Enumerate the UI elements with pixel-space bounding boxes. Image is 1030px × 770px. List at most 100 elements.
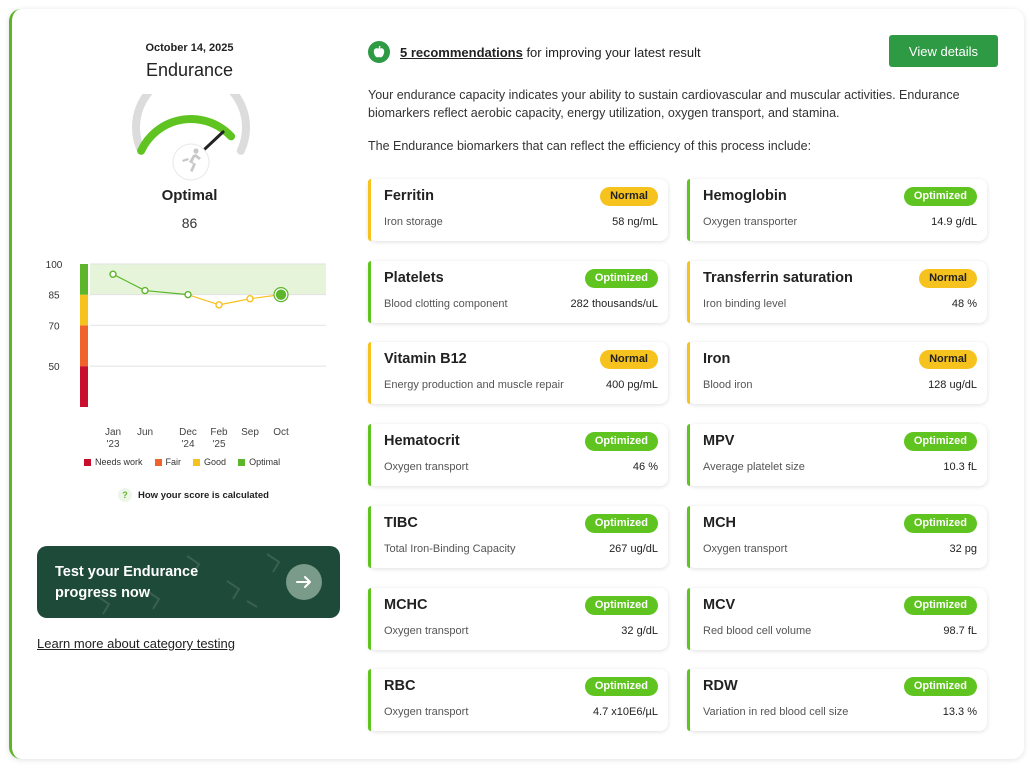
biomarker-description: Iron storage <box>384 216 443 228</box>
chart-legend: Needs work Fair Good Optimal <box>84 457 280 467</box>
biomarker-description: Blood iron <box>703 379 753 392</box>
biomarker-card-mchc[interactable]: MCHC Optimized Oxygen transport 32 g/dL <box>368 587 668 650</box>
biomarker-description: Oxygen transport <box>384 706 469 719</box>
biomarker-description: Red blood cell volume <box>703 624 812 637</box>
x-tick-label: Jan <box>105 427 121 438</box>
legend-swatch <box>238 459 246 466</box>
data-point <box>109 270 117 278</box>
legend-item: Fair <box>154 457 181 467</box>
status-badge: Normal <box>600 350 658 370</box>
x-tick-label: '25 <box>212 439 225 447</box>
cta-line-1: Test your Endurance <box>55 564 199 580</box>
x-tick-label: Feb <box>210 427 228 438</box>
help-icon: ? <box>118 488 132 502</box>
biomarker-card-ferritin[interactable]: Ferritin Normal Iron storage 58 ng/mL <box>368 179 668 241</box>
status-accent-bar <box>687 669 690 732</box>
biomarker-value: 400 pg/mL <box>606 379 658 392</box>
biomarker-value: 282 thousands/uL <box>570 297 658 310</box>
biomarker-name: RBC <box>384 678 416 695</box>
legend-swatch <box>84 459 91 466</box>
view-details-button[interactable]: View details <box>889 35 998 67</box>
biomarker-name: MCV <box>703 596 736 613</box>
status-badge: Optimized <box>903 187 977 206</box>
biomarker-value: 14.9 g/dL <box>931 216 977 228</box>
status-badge: Optimized <box>903 513 977 533</box>
status-accent-bar <box>687 587 690 650</box>
y-tick-label: 85 <box>48 291 60 302</box>
optimal-band <box>90 264 326 295</box>
status-badge: Optimized <box>903 677 977 697</box>
biomarker-value: 32 pg <box>949 542 977 555</box>
status-badge: Optimized <box>584 677 658 697</box>
biomarker-card-tibc[interactable]: TIBC Optimized Total Iron-Binding Capacity… <box>368 505 668 568</box>
biomarker-card-rbc[interactable]: RBC Optimized Oxygen transport 4.7 x10E6/µL <box>368 669 668 732</box>
category-title: Endurance <box>145 60 234 80</box>
status-badge: Optimized <box>584 513 658 533</box>
biomarker-card-rdw[interactable]: RDW Optimized Variation in red blood cell … <box>687 669 987 732</box>
biomarker-card-mpv[interactable]: MPV Optimized Average platelet size 10.3 fL <box>687 424 987 487</box>
status-accent-bar <box>368 669 371 732</box>
biomarker-name: TIBC <box>384 514 418 531</box>
biomarker-name: MCH <box>703 514 737 531</box>
recommendations-rest: for improving your latest result <box>522 44 701 60</box>
legend-item: Good <box>193 457 226 467</box>
biomarker-name: Transferrin saturation <box>703 269 853 286</box>
legend-label: Optimal <box>249 457 281 467</box>
biomarker-description: Average platelet size <box>703 461 805 474</box>
status-accent-bar <box>368 505 371 568</box>
score-band <box>80 294 88 326</box>
biomarker-name: Platelets <box>384 269 444 286</box>
biomarker-value: 98.7 fL <box>943 624 977 637</box>
biomarker-card-mch[interactable]: MCH Optimized Oxygen transport 32 pg <box>687 505 987 568</box>
biomarker-card-platelets[interactable]: Platelets Optimized Blood clotting compone… <box>368 260 668 323</box>
biomarker-card-mcv[interactable]: MCV Optimized Red blood cell volume 98.7 fL <box>687 587 987 650</box>
arrow-right-icon <box>286 564 322 600</box>
score-band <box>80 366 88 407</box>
status-accent-bar <box>687 179 690 241</box>
recommendations-row: 5 recommendations for improving your lat… <box>368 41 701 63</box>
status-badge: Optimized <box>903 432 977 452</box>
biomarker-name: Hemoglobin <box>703 188 787 204</box>
score-value: 86 <box>181 215 198 231</box>
how-score-link[interactable]: ? How your score is calculated <box>118 488 269 502</box>
result-date: October 14, 2025 <box>145 42 234 54</box>
biomarker-name: Hematocrit <box>384 433 460 450</box>
legend-item: Optimal <box>238 457 280 467</box>
biomarker-card-hemoglobin[interactable]: Hemoglobin Optimized Oxygen transporter 14.… <box>687 179 987 241</box>
cta-label: Test your Endurance progress now <box>55 562 235 604</box>
legend-swatch <box>193 459 201 466</box>
status-badge: Normal <box>919 268 977 288</box>
cta-line-2: progress now <box>55 585 151 601</box>
biomarker-card-iron[interactable]: Iron Normal Blood iron 128 ug/dL <box>687 342 987 405</box>
status-accent-bar <box>368 587 371 650</box>
biomarker-value: 267 ug/dL <box>609 542 658 555</box>
status-badge: Optimized <box>584 268 658 288</box>
status-badge: Optimized <box>584 595 658 615</box>
status-accent-bar <box>368 342 371 405</box>
recommendations-link[interactable]: 5 recommendations <box>400 45 523 60</box>
x-tick-label: Oct <box>273 427 289 438</box>
score-band <box>80 264 88 295</box>
status-accent-bar <box>687 342 690 405</box>
learn-more-link[interactable]: Learn more about category testing <box>37 636 235 651</box>
biomarker-card-hematocrit[interactable]: Hematocrit Optimized Oxygen transport 46 % <box>368 424 668 487</box>
biomarker-card-vitamin-b12[interactable]: Vitamin B12 Normal Energy production and m… <box>368 342 668 405</box>
legend-label: Good <box>204 457 227 467</box>
data-point <box>215 301 223 309</box>
biomarker-value: 4.7 x10E6/µL <box>592 706 658 719</box>
biomarker-value: 48 % <box>951 297 977 310</box>
biomarker-name: Iron <box>703 351 731 368</box>
biomarker-description: Oxygen transporter <box>703 216 798 228</box>
status-accent-bar <box>687 260 690 323</box>
series-line <box>187 294 220 306</box>
data-point <box>246 295 254 303</box>
x-tick-label: Dec <box>179 427 197 438</box>
status-accent-bar <box>368 179 371 241</box>
test-progress-button[interactable]: Test your Endurance progress now <box>37 546 340 618</box>
biomarker-card-transferrin-saturation[interactable]: Transferrin saturation Normal Iron binding… <box>687 260 987 323</box>
biomarker-description: Iron binding level <box>703 297 787 310</box>
y-tick-label: 50 <box>48 362 60 373</box>
recommendations-text: 5 recommendations for improving your lat… <box>400 45 701 60</box>
x-tick-label: Sep <box>241 427 259 438</box>
score-band <box>80 325 88 367</box>
